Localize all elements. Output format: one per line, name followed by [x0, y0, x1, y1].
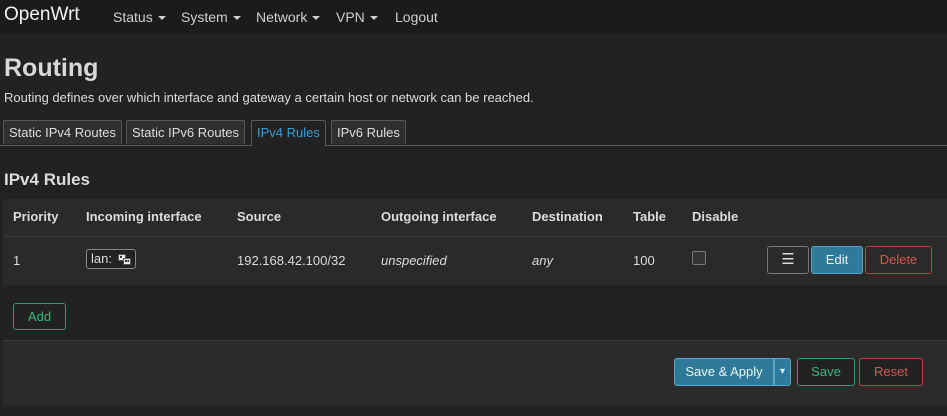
top-navbar: OpenWrt Status System Network VPN Logout: [0, 0, 947, 34]
col-incoming-interface: Incoming interface: [86, 209, 202, 224]
col-source: Source: [237, 209, 282, 224]
menu-status-label: Status: [113, 9, 153, 25]
tab-static-ipv4-routes[interactable]: Static IPv4 Routes: [3, 120, 122, 144]
delete-button[interactable]: Delete: [865, 246, 932, 274]
tab-bar: Static IPv4 Routes Static IPv6 Routes IP…: [0, 120, 947, 146]
cell-outgoing-interface: unspecified: [381, 253, 447, 268]
brand-logo[interactable]: OpenWrt: [4, 4, 80, 26]
chevron-down-icon: [232, 16, 241, 21]
save-button[interactable]: Save: [797, 358, 855, 386]
menu-system[interactable]: System: [181, 9, 241, 25]
tab-static-ipv6-routes[interactable]: Static IPv6 Routes: [126, 120, 245, 144]
menu-system-label: System: [181, 9, 228, 25]
section-title: IPv4 Rules: [4, 170, 90, 189]
menu-logout-label: Logout: [395, 9, 438, 25]
menu-vpn-label: VPN: [336, 9, 365, 25]
page-title: Routing: [4, 54, 99, 82]
tab-ipv4-rules[interactable]: IPv4 Rules: [251, 120, 326, 146]
reset-button[interactable]: Reset: [859, 358, 923, 386]
col-table: Table: [633, 209, 666, 224]
menu-network[interactable]: Network: [256, 9, 321, 25]
col-disable: Disable: [692, 209, 739, 224]
network-interface-icon: [117, 253, 131, 265]
save-apply-button[interactable]: Save & Apply: [674, 358, 774, 386]
chevron-down-icon: [312, 16, 321, 21]
disable-checkbox[interactable]: [692, 251, 706, 265]
drag-handle-button[interactable]: ☰: [767, 246, 809, 274]
cell-priority: 1: [13, 253, 21, 268]
chevron-down-icon: [369, 16, 378, 21]
col-destination: Destination: [532, 209, 603, 224]
edit-button[interactable]: Edit: [811, 246, 863, 274]
menu-vpn[interactable]: VPN: [336, 9, 378, 25]
chevron-down-icon: [157, 16, 166, 21]
header-divider: [3, 236, 947, 237]
col-outgoing-interface: Outgoing interface: [381, 209, 497, 224]
menu-status[interactable]: Status: [113, 9, 166, 25]
cell-source: 192.168.42.100/32: [237, 253, 346, 268]
col-priority: Priority: [13, 209, 59, 224]
incoming-interface-badge: lan:: [86, 249, 136, 269]
cell-destination: any: [532, 253, 553, 268]
cell-table: 100: [633, 253, 655, 268]
menu-network-label: Network: [256, 9, 308, 25]
menu-logout[interactable]: Logout: [395, 9, 438, 25]
rules-table: Priority Incoming interface Source Outgo…: [3, 199, 947, 285]
save-apply-dropdown-button[interactable]: ▾: [774, 358, 791, 386]
page-description: Routing defines over which interface and…: [4, 90, 534, 105]
incoming-interface-label: lan:: [91, 251, 112, 266]
tab-ipv6-rules[interactable]: IPv6 Rules: [331, 120, 406, 144]
add-rule-button[interactable]: Add: [13, 303, 66, 330]
